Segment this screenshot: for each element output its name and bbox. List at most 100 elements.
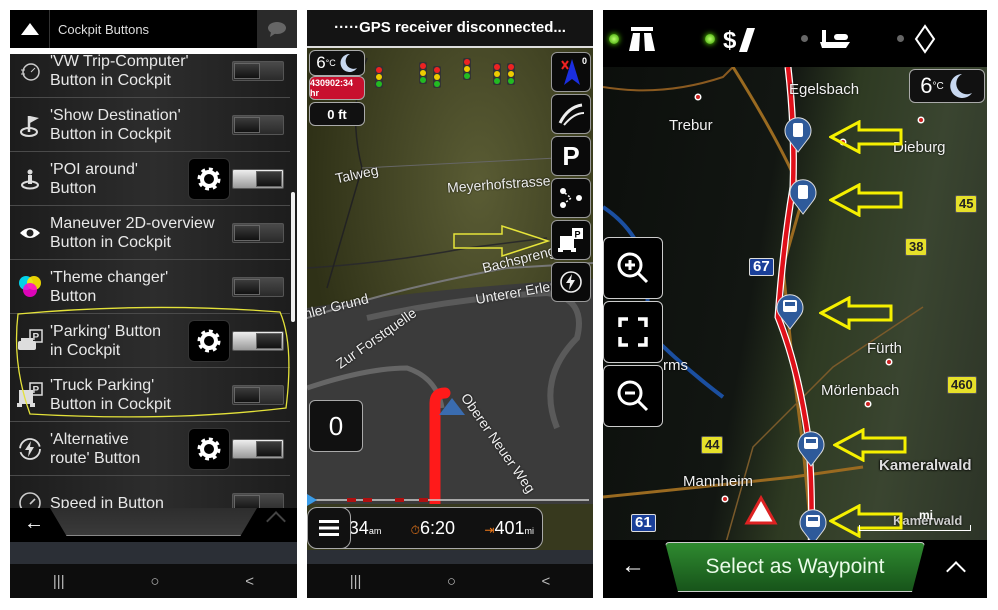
- spacer: [10, 542, 297, 564]
- road-number-badge: 44: [701, 436, 724, 454]
- svg-text:P: P: [575, 230, 581, 240]
- road-number-badge: 460: [947, 376, 977, 394]
- truck-stop-pin[interactable]: [796, 429, 826, 467]
- alternative-routes-button[interactable]: [551, 178, 591, 218]
- toggle-switch[interactable]: [232, 222, 284, 243]
- toggle-toll-road[interactable]: $: [699, 24, 795, 54]
- poi-on-route-map-screen: $ Egelsbach Trebur Dieburg Fürth Mörlenb…: [603, 10, 987, 598]
- svg-text:$: $: [723, 27, 737, 54]
- settings-button[interactable]: [188, 157, 230, 200]
- home-button[interactable]: ○: [447, 573, 456, 590]
- expand-button[interactable]: [946, 561, 966, 581]
- list-item: Maneuver 2D-overview Button in Cockpit: [10, 206, 290, 260]
- fullscreen-icon: [618, 317, 648, 347]
- fit-to-screen-button[interactable]: [603, 301, 663, 363]
- fuel-station-pin[interactable]: [783, 115, 813, 153]
- remaining-time: ⏱6:20: [411, 518, 455, 539]
- back-button[interactable]: ←: [24, 512, 44, 535]
- settings-list[interactable]: 'VW Trip-Computer' Button in Cockpit 'Sh…: [10, 54, 297, 514]
- truck-parking-button[interactable]: P: [551, 220, 591, 260]
- highlight-arrow-annotation: [829, 504, 903, 538]
- page-title: Cockpit Buttons: [58, 21, 150, 37]
- menu-button[interactable]: [307, 507, 351, 549]
- temperature-value: 6: [920, 73, 933, 98]
- system-nav-bar: ||| ○ <: [10, 564, 297, 598]
- back-button[interactable]: ←: [621, 552, 645, 580]
- moon-icon: [949, 74, 972, 98]
- remaining-distance: ⇥401mi: [484, 518, 534, 539]
- highlight-arrow-annotation: [833, 428, 907, 462]
- spacer: [307, 550, 593, 564]
- weather-widget[interactable]: 6 °C: [309, 50, 365, 76]
- settings-button[interactable]: [188, 427, 230, 470]
- place-label: rms: [663, 357, 688, 374]
- highlight-arrow-annotation: [819, 296, 893, 330]
- map-view[interactable]: Egelsbach Trebur Dieburg Fürth Mörlenbac…: [603, 67, 987, 553]
- scrollbar[interactable]: [291, 192, 295, 322]
- speech-bubble-icon: [268, 22, 286, 37]
- collapse-button[interactable]: [10, 10, 50, 48]
- toggle-switch[interactable]: [232, 60, 284, 81]
- distance-flag-icon: ⇥: [484, 522, 495, 537]
- road-number-badge: 45: [955, 195, 978, 213]
- gear-icon: [197, 437, 221, 460]
- toggle-special-road[interactable]: [891, 23, 987, 54]
- route-overview-button[interactable]: [551, 94, 591, 134]
- road-number-badge: 67: [749, 258, 774, 276]
- system-back-button[interactable]: <: [541, 573, 550, 590]
- toolbar-tray: [50, 508, 257, 536]
- bottom-toolbar: ← Select as Waypoint: [603, 540, 987, 598]
- navigation-map-screen: ·····GPS receiver disconnected... Talweg…: [307, 10, 593, 598]
- compass-button[interactable]: 0: [551, 52, 591, 92]
- alternative-route-icon: [560, 271, 582, 293]
- route-preferences-bar: $: [603, 10, 987, 67]
- place-label: Mörlenbach: [821, 382, 900, 399]
- moon-icon: [340, 53, 357, 72]
- message-button[interactable]: [257, 10, 297, 48]
- status-led: [897, 35, 904, 42]
- road-number-badge: 61: [631, 514, 656, 532]
- hamburger-menu-icon: [319, 520, 339, 536]
- status-led: [801, 35, 808, 42]
- chevron-up-icon: [20, 23, 39, 35]
- map-scale-label: mi: [919, 508, 934, 522]
- home-button[interactable]: ○: [150, 573, 159, 590]
- recents-button[interactable]: |||: [53, 573, 65, 590]
- status-led: [705, 33, 715, 44]
- gps-status-banner: ·····GPS receiver disconnected...: [307, 10, 593, 46]
- distance-badge: 0 ft: [309, 102, 365, 126]
- cockpit-buttons-settings-screen: Cockpit Buttons 'VW Trip-Computer' Butto…: [10, 10, 297, 598]
- share-route-icon: [560, 188, 582, 208]
- color-wheel-icon: [10, 274, 50, 300]
- weather-widget[interactable]: 6 °C: [909, 69, 985, 103]
- timer-icon: ⏱: [410, 522, 421, 537]
- road-number-badge: 38: [905, 238, 928, 256]
- expand-button[interactable]: [266, 511, 286, 531]
- toggle-switch[interactable]: [232, 114, 284, 135]
- fuel-station-pin[interactable]: [788, 177, 818, 215]
- select-as-waypoint-button[interactable]: Select as Waypoint: [665, 542, 925, 592]
- truck-parking-icon: P: [558, 228, 583, 252]
- toggle-motorway[interactable]: [603, 25, 699, 53]
- zoom-in-button[interactable]: [603, 237, 663, 299]
- distance-unit: mi: [524, 525, 535, 536]
- list-item: 'POI around' Button: [10, 152, 290, 206]
- truck-stop-pin[interactable]: [775, 292, 805, 330]
- place-label: Fürth: [867, 340, 903, 357]
- diamond-icon: [914, 23, 936, 54]
- zoom-out-button[interactable]: [603, 365, 663, 427]
- system-back-button[interactable]: <: [245, 573, 254, 590]
- alternative-route-button[interactable]: [551, 262, 591, 302]
- list-item: 'VW Trip-Computer' Button in Cockpit: [10, 54, 290, 98]
- highlight-arrow-annotation: [453, 224, 551, 258]
- status-led: [609, 33, 619, 44]
- recents-button[interactable]: |||: [350, 573, 362, 590]
- toggle-switch[interactable]: [232, 438, 284, 459]
- parking-button[interactable]: P: [551, 136, 591, 176]
- compass-value: 0: [581, 56, 587, 66]
- map-scale-bar: [859, 525, 971, 531]
- eta-suffix: am: [368, 525, 382, 536]
- toggle-ferry[interactable]: [795, 26, 891, 52]
- toggle-switch[interactable]: [232, 276, 284, 297]
- toggle-switch[interactable]: [232, 168, 284, 189]
